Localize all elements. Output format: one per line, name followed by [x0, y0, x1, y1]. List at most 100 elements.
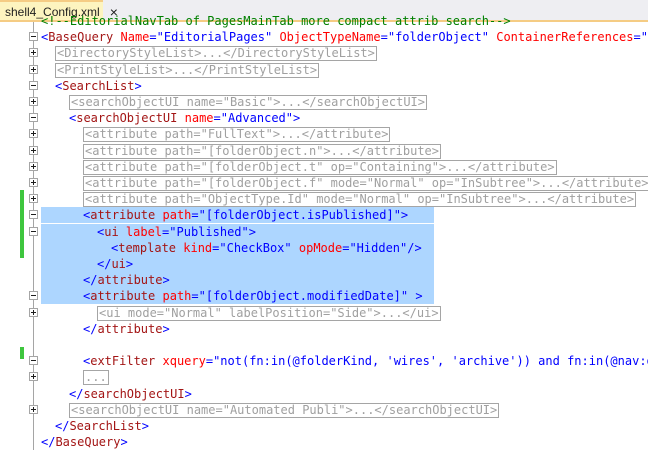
- code-line[interactable]: [0, 337, 648, 353]
- code-line[interactable]: <searchObjectUI name="Basic">...</search…: [0, 94, 648, 110]
- code-token: ui: [111, 257, 126, 271]
- code-line[interactable]: <PrintStyleList>...</PrintStyleList>: [0, 62, 648, 78]
- code-text: </attribute>: [83, 272, 170, 288]
- collapse-icon[interactable]: [29, 226, 38, 236]
- code-line[interactable]: </SearchList>: [0, 418, 648, 434]
- code-line[interactable]: <searchObjectUI name="Automated Publi">.…: [0, 402, 648, 418]
- code-text: <attribute path="[folderObject.modifiedD…: [83, 288, 423, 304]
- code-token: Published: [176, 224, 242, 239]
- code-token: Advanced: [227, 111, 286, 126]
- code-token: "/>: [400, 240, 422, 255]
- expand-icon[interactable]: [29, 161, 38, 171]
- code-token: attribute: [97, 321, 163, 336]
- code-token: >: [162, 273, 170, 288]
- code-token: ">: [285, 111, 301, 126]
- code-text: <searchObjectUI name="Advanced">: [69, 110, 300, 126]
- code-token: >: [162, 321, 170, 336]
- expand-icon[interactable]: [29, 145, 38, 155]
- code-token: ">: [393, 208, 409, 223]
- code-token: CheckBox: [226, 240, 285, 255]
- expand-icon[interactable]: [29, 372, 38, 382]
- collapse-icon[interactable]: [29, 291, 38, 301]
- code-token: not(fn:in(@folderKind, 'wires', 'archive…: [220, 354, 648, 369]
- collapsed-region[interactable]: <attribute path="[folderObject.n">...</a…: [83, 143, 442, 159]
- code-text: <!--EditorialNavTab of PagesMainTab more…: [41, 13, 511, 29]
- code-text: <DirectoryStyleList>...</DirectoryStyleL…: [55, 45, 377, 62]
- code-line[interactable]: <attribute path="[folderObject.t" op="Co…: [0, 159, 648, 175]
- code-token: BaseQuery: [55, 435, 121, 450]
- code-line[interactable]: <attribute path="FullText">...</attribut…: [0, 126, 648, 143]
- code-line[interactable]: <attribute path="[folderObject.isPublish…: [0, 207, 648, 224]
- code-line[interactable]: <SearchList>: [0, 78, 648, 94]
- code-line[interactable]: <ui label="Published">: [0, 223, 648, 240]
- code-editor[interactable]: <!--EditorialNavTab of PagesMainTab more…: [0, 14, 648, 450]
- expand-icon[interactable]: [29, 307, 38, 317]
- expand-icon[interactable]: [29, 178, 38, 187]
- code-line[interactable]: <DirectoryStyleList>...</DirectoryStyleL…: [0, 45, 648, 62]
- code-token: name: [177, 111, 214, 126]
- collapse-icon[interactable]: [29, 113, 38, 123]
- code-text: <SearchList>: [55, 78, 142, 94]
- expand-icon[interactable]: [29, 194, 38, 204]
- collapsed-region[interactable]: <DirectoryStyleList>...</DirectoryStyleL…: [55, 46, 377, 62]
- code-token: =": [380, 30, 396, 45]
- code-token: ": [284, 240, 292, 255]
- code-line[interactable]: <attribute path="ObjectType.Id" mode="No…: [0, 191, 648, 208]
- code-text: <extFilter xquery="not(fn:in(@folderKind…: [83, 353, 648, 369]
- code-line[interactable]: <attribute path="[folderObject.n">...</a…: [0, 143, 648, 159]
- code-text: <attribute path="ObjectType.Id" mode="No…: [83, 191, 637, 208]
- code-line[interactable]: ...: [0, 369, 648, 386]
- code-text: <BaseQuery Name="EditorialPages" ObjectT…: [41, 29, 648, 45]
- collapse-icon[interactable]: [29, 80, 38, 90]
- code-line[interactable]: </attribute>: [0, 272, 648, 289]
- collapsed-region[interactable]: <attribute path="FullText">...</attribut…: [83, 127, 391, 143]
- code-token: ObjectTypeName: [272, 30, 381, 45]
- expand-icon[interactable]: [29, 404, 38, 414]
- code-line[interactable]: </ui>: [0, 256, 648, 272]
- code-text: ...: [83, 369, 109, 386]
- code-token: >: [120, 435, 128, 450]
- expand-icon[interactable]: [29, 48, 38, 58]
- code-token: [folderObject.modifiedDate]: [205, 289, 401, 304]
- code-text: <attribute path="[folderObject.t" op="Co…: [83, 159, 557, 175]
- code-line[interactable]: <ui mode="Normal" labelPosition="Side">.…: [0, 305, 648, 321]
- code-line[interactable]: </attribute>: [0, 321, 648, 337]
- code-token: =": [191, 289, 206, 304]
- collapsed-region[interactable]: <PrintStyleList>...</PrintStyleList>: [55, 62, 320, 78]
- expand-icon[interactable]: [29, 129, 38, 139]
- code-line[interactable]: <!--EditorialNavTab of PagesMainTab more…: [0, 13, 648, 29]
- code-line[interactable]: <template kind="CheckBox" opMode="Hidden…: [0, 239, 648, 256]
- collapsed-region[interactable]: <attribute path="[folderObject.t" op="Co…: [83, 159, 557, 175]
- collapse-icon[interactable]: [29, 210, 38, 220]
- code-text: </ui>: [97, 256, 133, 272]
- collapse-icon[interactable]: [29, 32, 38, 42]
- code-text: <PrintStyleList>...</PrintStyleList>: [55, 62, 320, 78]
- code-line[interactable]: <extFilter xquery="not(fn:in(@folderKind…: [0, 353, 648, 369]
- code-line[interactable]: <searchObjectUI name="Advanced">: [0, 110, 648, 126]
- code-line[interactable]: <attribute path="[folderObject.f" mode="…: [0, 175, 648, 191]
- code-text: <attribute path="FullText">...</attribut…: [83, 126, 391, 143]
- collapsed-region[interactable]: <attribute path="[folderObject.f" mode="…: [83, 176, 648, 191]
- code-token: kind: [176, 240, 213, 255]
- code-token: BaseQuery: [48, 30, 114, 45]
- code-line[interactable]: <attribute path="[folderObject.modifiedD…: [0, 288, 648, 305]
- collapsed-region[interactable]: <ui mode="Normal" labelPosition="Side">.…: [97, 305, 441, 321]
- code-token: </: [55, 419, 70, 433]
- collapsed-region[interactable]: ...: [83, 370, 109, 386]
- code-line[interactable]: </BaseQuery>: [0, 434, 648, 450]
- expand-icon[interactable]: [29, 97, 38, 106]
- code-token: ContainerReferences: [489, 30, 634, 45]
- expand-icon[interactable]: [29, 64, 38, 74]
- collapsed-region[interactable]: <searchObjectUI name="Basic">...</search…: [69, 95, 428, 110]
- code-token: opMode: [291, 240, 343, 255]
- collapsed-region[interactable]: <searchObjectUI name="Automated Publi">.…: [69, 402, 500, 418]
- code-token: =": [342, 240, 357, 255]
- code-token: >: [184, 386, 192, 401]
- code-token: </: [83, 273, 98, 288]
- collapsed-region[interactable]: <attribute path="ObjectType.Id" mode="No…: [83, 192, 637, 208]
- code-line[interactable]: <BaseQuery Name="EditorialPages" ObjectT…: [0, 29, 648, 45]
- code-token: folderObject: [395, 30, 482, 45]
- collapse-icon[interactable]: [29, 356, 38, 366]
- code-token: Hidden: [356, 240, 401, 255]
- code-line[interactable]: </searchObjectUI>: [0, 386, 648, 402]
